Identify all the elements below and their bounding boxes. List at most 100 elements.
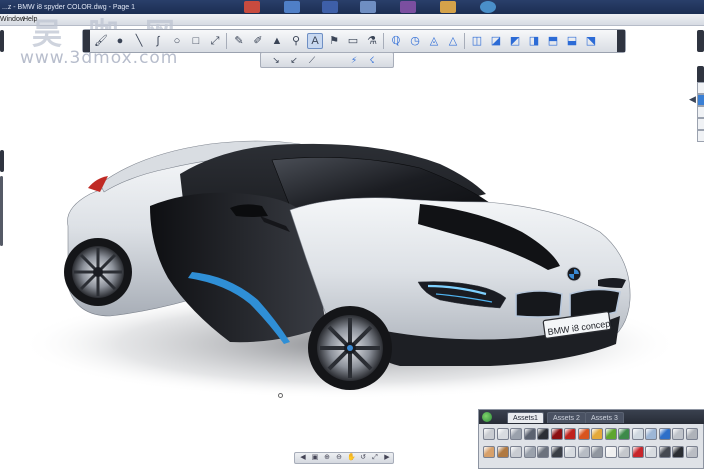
panel-expand-arrow-icon[interactable]: ◀ [689,94,696,105]
tab-assets3[interactable]: Assets 3 [585,412,624,423]
gradient-tool-icon[interactable]: △ [445,33,461,49]
material-swatch[interactable] [550,446,563,458]
airbrush-active-icon[interactable]: A [307,33,323,49]
taskbar-app-icon[interactable] [400,1,416,13]
brush-size-icon[interactable]: ↘ [269,54,283,67]
view-control-button[interactable]: ⊖ [335,454,343,462]
stroke-fade-icon[interactable]: ⚡ [347,54,361,67]
material-swatch[interactable] [645,446,657,458]
toolbar-grip-end[interactable] [617,30,625,52]
headlight-right [598,278,626,288]
material-swatch[interactable] [537,446,549,458]
left-panel-strip[interactable] [0,176,3,246]
material-swatch[interactable] [604,446,617,458]
ellipse-tool-icon[interactable]: ○ [169,33,185,49]
brush-options-toolbar: ↘ ↙ ⟋ ⚡ ☇ [260,52,394,68]
view-control-button[interactable]: ⤢ [371,454,379,462]
transform-tool-icon[interactable]: ⤢ [207,33,223,49]
layer-distort-icon[interactable]: ◨ [526,33,542,49]
material-swatch[interactable] [658,446,671,458]
smear-icon[interactable]: ⚗ [364,33,380,49]
line-tool-icon[interactable]: ╲ [131,33,147,49]
perspective-icon[interactable]: ⬒ [545,33,561,49]
stroke-taper-icon[interactable]: ☇ [365,54,379,67]
ballpoint-icon[interactable]: ✐ [250,33,266,49]
material-swatch[interactable] [618,446,630,458]
pencil-icon[interactable]: ✎ [231,33,247,49]
right-panel-grip[interactable] [697,30,704,52]
material-swatch[interactable] [645,428,657,440]
fill-tool-icon[interactable]: ◬ [426,33,442,49]
material-swatch[interactable] [631,428,644,440]
view-control-button[interactable]: ↺ [359,454,367,462]
taskbar-app-icon[interactable] [322,1,338,13]
left-panel-grip[interactable] [0,150,4,172]
brush-smooth-icon[interactable]: ⟋ [305,54,319,67]
left-panel-grip[interactable] [0,30,4,52]
material-swatch[interactable] [564,446,576,458]
grid-icon[interactable]: ⬔ [583,33,599,49]
brush-preset-icon[interactable]: 🖌 [93,33,109,49]
cursor-marker [278,393,283,398]
material-swatch[interactable] [685,428,698,440]
taskbar-app-icon[interactable] [244,1,260,13]
material-swatch[interactable] [564,428,576,440]
airbrush-icon[interactable]: ⚲ [288,33,304,49]
tab-assets2[interactable]: Assets 2 [547,412,586,423]
taskbar-app-icon[interactable] [360,1,376,13]
material-swatch[interactable] [685,446,698,458]
material-swatch[interactable] [510,446,522,458]
view-controls-bar: ◀ ▣ ⊕ ⊖ ✋ ↺ ⤢ ▶ [294,452,394,464]
material-swatch[interactable] [550,428,563,440]
material-swatch[interactable] [523,428,536,440]
brush-opacity-icon[interactable]: ↙ [287,54,301,67]
menu-window[interactable]: Window [0,15,25,25]
material-swatch[interactable] [672,428,684,440]
material-swatch[interactable] [618,428,630,440]
material-swatch[interactable] [658,428,671,440]
material-swatch[interactable] [483,446,495,458]
taskbar-app-icon[interactable] [480,1,496,13]
rectangle-tool-icon[interactable]: □ [188,33,204,49]
material-swatch[interactable] [577,428,590,440]
view-control-button[interactable]: ◀ [299,454,307,462]
view-control-button[interactable]: ✋ [347,454,356,462]
material-swatch[interactable] [537,428,549,440]
taskbar-app-icon[interactable] [284,1,300,13]
curve-tool-icon[interactable]: ∫ [150,33,166,49]
material-swatch[interactable] [496,428,509,440]
material-swatch[interactable] [510,428,522,440]
paint-brush-icon[interactable]: ⚑ [326,33,342,49]
view-control-button[interactable]: ⊕ [323,454,331,462]
material-swatch[interactable] [672,446,684,458]
material-swatch[interactable] [577,446,590,458]
color-puck-icon[interactable]: ● [112,33,128,49]
selection-lasso-icon[interactable]: ℚ [388,33,404,49]
view-control-button[interactable]: ▶ [383,454,391,462]
material-swatch[interactable] [604,428,617,440]
material-swatch[interactable] [496,446,509,458]
layer-cell[interactable] [697,106,704,118]
toolbar-grip[interactable] [83,30,90,52]
marker-icon[interactable]: ▲ [269,33,285,49]
layer-cell[interactable] [697,130,704,142]
drawing-canvas[interactable]: BMW i8 concept [0,26,696,469]
material-swatch[interactable] [591,428,603,440]
layer-scale-icon[interactable]: ◩ [507,33,523,49]
material-swatch[interactable] [591,446,603,458]
grille-left [515,290,563,318]
selection-rect-icon[interactable]: ◷ [407,33,423,49]
eraser-icon[interactable]: ▭ [345,33,361,49]
layer-mirror-icon[interactable]: ◫ [469,33,485,49]
symmetry-icon[interactable]: ⬓ [564,33,580,49]
layer-cell-active[interactable] [697,94,704,106]
material-swatch[interactable] [631,446,644,458]
view-control-button[interactable]: ▣ [311,454,319,462]
material-swatch[interactable] [483,428,495,440]
layer-cell[interactable] [697,82,704,94]
layer-cell[interactable] [697,118,704,130]
material-swatch[interactable] [523,446,536,458]
layer-rotate-icon[interactable]: ◪ [488,33,504,49]
taskbar-app-icon[interactable] [440,1,456,13]
tab-assets1[interactable]: Assets1 [507,412,544,423]
